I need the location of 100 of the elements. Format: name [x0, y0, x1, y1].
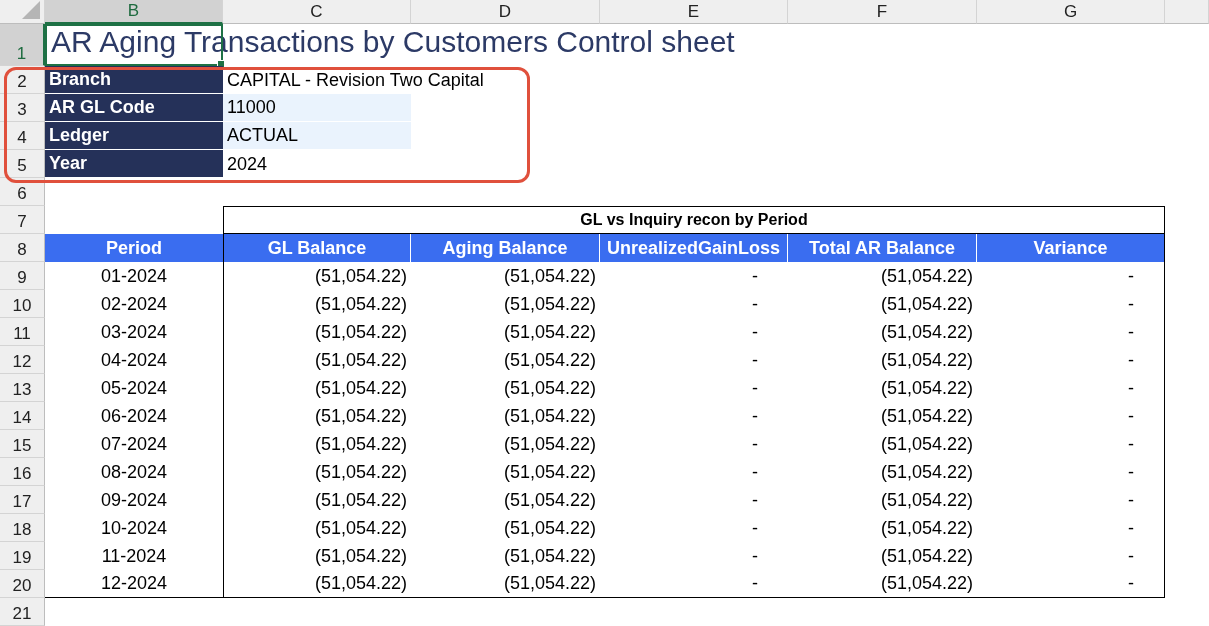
- table-cell-text: (51,054.22): [502, 544, 597, 568]
- column-header[interactable]: G: [977, 0, 1165, 24]
- row-header[interactable]: 8: [0, 234, 45, 262]
- field-value: 2024: [226, 152, 269, 176]
- triangle-icon: [22, 1, 40, 19]
- table-cell: 12-2024: [45, 570, 223, 598]
- table-cell-text: (51,054.22): [502, 376, 597, 400]
- column-header[interactable]: C: [223, 0, 411, 24]
- table-header: Aging Balance: [411, 234, 600, 262]
- table-cell: -: [977, 290, 1165, 318]
- table-cell: -: [977, 346, 1165, 374]
- table-cell: -: [600, 570, 788, 598]
- table-cell-text: 01-2024: [99, 264, 169, 288]
- table-cell-text: 02-2024: [99, 292, 169, 316]
- table-cell-text: (51,054.22): [502, 432, 597, 456]
- column-header[interactable]: E: [600, 0, 788, 24]
- field-label: AR GL Code: [45, 94, 223, 122]
- table-cell: (51,054.22): [223, 458, 411, 486]
- table-cell-text: -: [751, 460, 759, 484]
- table-cell: (51,054.22): [223, 430, 411, 458]
- field-label: Branch: [45, 66, 223, 94]
- row-header[interactable]: 12: [0, 346, 45, 374]
- row-header[interactable]: 19: [0, 542, 45, 570]
- table-cell: -: [977, 542, 1165, 570]
- table-cell-text: (51,054.22): [879, 376, 974, 400]
- table-cell: (51,054.22): [223, 262, 411, 290]
- table-cell-text: 04-2024: [99, 348, 169, 372]
- table-cell-text: 10-2024: [99, 516, 169, 540]
- table-cell-text: (51,054.22): [879, 404, 974, 428]
- table-cell: (51,054.22): [223, 542, 411, 570]
- table-cell: (51,054.22): [223, 318, 411, 346]
- table-cell-text: -: [751, 544, 759, 568]
- row-header[interactable]: 10: [0, 290, 45, 318]
- row-header[interactable]: 16: [0, 458, 45, 486]
- row-header[interactable]: 18: [0, 514, 45, 542]
- table-cell: -: [977, 402, 1165, 430]
- table-cell: -: [977, 514, 1165, 542]
- table-cell-text: 05-2024: [99, 376, 169, 400]
- table-cell-text: (51,054.22): [879, 516, 974, 540]
- row-header[interactable]: 17: [0, 486, 45, 514]
- column-header[interactable]: F: [788, 0, 977, 24]
- row-header[interactable]: 7: [0, 206, 45, 234]
- table-cell: -: [977, 458, 1165, 486]
- table-header: GL Balance: [223, 234, 411, 262]
- table-cell-text: -: [751, 488, 759, 512]
- row-header[interactable]: 20: [0, 570, 45, 598]
- field-value: 11000: [223, 94, 411, 122]
- table-cell-text: (51,054.22): [879, 292, 974, 316]
- table-cell: (51,054.22): [411, 570, 600, 598]
- table-cell-text: (51,054.22): [502, 320, 597, 344]
- table-cell-text: -: [751, 264, 759, 288]
- table-cell-text: (51,054.22): [502, 264, 597, 288]
- field-value: CAPITAL - Revision Two Capital: [226, 68, 485, 92]
- table-cell-text: (51,054.22): [502, 348, 597, 372]
- table-cell: (51,054.22): [223, 402, 411, 430]
- row-header[interactable]: 3: [0, 94, 45, 122]
- column-header[interactable]: D: [411, 0, 600, 24]
- row-header[interactable]: 11: [0, 318, 45, 346]
- row-header[interactable]: 1: [0, 24, 45, 66]
- table-cell-text: -: [751, 432, 759, 456]
- table-cell: (51,054.22): [223, 374, 411, 402]
- table-cell-text: (51,054.22): [879, 320, 974, 344]
- table-cell-text: (51,054.22): [879, 488, 974, 512]
- table-cell-text: (51,054.22): [502, 488, 597, 512]
- row-header[interactable]: 15: [0, 430, 45, 458]
- table-group-title: GL vs Inquiry recon by Period: [223, 206, 1165, 234]
- field-label: Ledger: [45, 122, 223, 150]
- row-header[interactable]: 21: [0, 598, 45, 626]
- table-cell: -: [977, 570, 1165, 598]
- table-cell-text: -: [751, 404, 759, 428]
- row-header[interactable]: 9: [0, 262, 45, 290]
- table-cell: (51,054.22): [223, 570, 411, 598]
- row-header[interactable]: 14: [0, 402, 45, 430]
- table-cell: (51,054.22): [223, 290, 411, 318]
- row-header[interactable]: 13: [0, 374, 45, 402]
- field-label: Year: [45, 150, 223, 178]
- table-header: Variance: [977, 234, 1165, 262]
- table-cell: (51,054.22): [788, 570, 977, 598]
- column-header[interactable]: B: [45, 0, 223, 24]
- table-cell: -: [977, 262, 1165, 290]
- table-cell-text: (51,054.22): [502, 292, 597, 316]
- select-all-button[interactable]: [0, 0, 45, 24]
- table-cell-text: -: [751, 516, 759, 540]
- table-cell-text: -: [751, 376, 759, 400]
- table-header: Total AR Balance: [788, 234, 977, 262]
- row-header[interactable]: 4: [0, 122, 45, 150]
- table-cell: -: [977, 318, 1165, 346]
- table-cell: -: [977, 430, 1165, 458]
- table-cell: (51,054.22): [223, 514, 411, 542]
- table-cell-text: 09-2024: [99, 488, 169, 512]
- table-cell: (51,054.22): [223, 486, 411, 514]
- table-cell-text: (51,054.22): [879, 348, 974, 372]
- field-value: ACTUAL: [223, 122, 411, 150]
- row-header[interactable]: 5: [0, 150, 45, 178]
- table-header: Period: [45, 234, 223, 262]
- table-cell-text: 11-2024: [100, 544, 168, 568]
- table-cell-text: (51,054.22): [879, 264, 974, 288]
- table-cell-text: 08-2024: [99, 460, 169, 484]
- table-cell-text: (51,054.22): [502, 404, 597, 428]
- table-header: UnrealizedGainLoss: [600, 234, 788, 262]
